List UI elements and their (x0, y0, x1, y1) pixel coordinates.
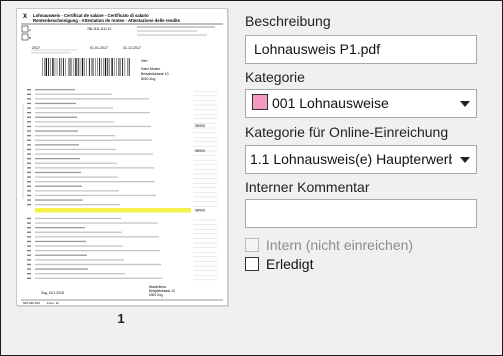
doc-amount-3: 98'000 (195, 209, 205, 213)
description-input[interactable]: Lohnausweis P1.pdf (245, 35, 477, 64)
comment-input[interactable] (245, 199, 477, 228)
document-preview-pane: X Lohnausweis - Certificat de salaire - … (2, 2, 237, 354)
doc-barcode (41, 57, 131, 77)
svg-text:A: A (29, 28, 31, 32)
doc-form-rows (22, 89, 217, 280)
doc-x-marker: X (23, 14, 27, 20)
online-category-selected-value: 1.1 Lohnausweis(e) Haupterwerb (Person 1… (250, 151, 452, 167)
internal-checkbox-row: Intern (nicht einreichen) (245, 237, 413, 253)
doc-date-to: 31.12.2017 (123, 46, 141, 50)
doc-highlight-row (35, 208, 191, 213)
online-category-select[interactable]: 1.1 Lohnausweis(e) Haupterwerb (Person 1… (245, 145, 477, 174)
doc-recipient-street: Beispielstrasse 10 (141, 72, 169, 76)
doc-place-date: Zug, 15.1.2018 (41, 291, 64, 295)
chevron-down-icon (460, 101, 470, 107)
salary-certificate-page: X Lohnausweis - Certificat de salaire - … (21, 13, 223, 305)
doc-recipient-label: Herr (141, 59, 148, 63)
category-label: Kategorie (245, 69, 305, 85)
window-frame: X Lohnausweis - Certificat de salaire - … (0, 0, 503, 356)
done-checkbox-label[interactable]: Erledigt (266, 256, 313, 272)
doc-amount-2: 98'000 (195, 149, 205, 153)
internal-checkbox (245, 238, 259, 252)
page-number: 1 (117, 311, 125, 326)
doc-recipient-name: Hans Muster (141, 67, 161, 71)
doc-date-from: 01.01.2017 (90, 46, 108, 50)
category-selected-value: 001 Lohnausweise (272, 95, 389, 111)
done-checkbox[interactable] (245, 257, 259, 271)
chevron-down-icon (460, 157, 470, 163)
doc-footer-ref: Form. 11 (47, 301, 59, 305)
page-thumbnail[interactable]: X Lohnausweis - Certificat de salaire - … (16, 8, 228, 306)
category-select[interactable]: 001 Lohnausweise (245, 89, 477, 118)
comment-label: Interner Kommentar (245, 179, 370, 195)
done-checkbox-row[interactable]: Erledigt (245, 256, 313, 272)
category-color-swatch (252, 94, 268, 110)
svg-text:B: B (29, 36, 31, 40)
description-label: Beschreibung (245, 13, 331, 29)
online-category-label: Kategorie für Online-Einreichung (245, 124, 449, 140)
document-properties-panel: Beschreibung Lohnausweis P1.pdf Kategori… (238, 2, 501, 354)
doc-title-line2: Rentenbescheinigung - Attestation de ren… (33, 18, 181, 23)
doc-footer-code: 605.040.18d (23, 301, 40, 305)
doc-recipient-city: 8000 Zug (141, 77, 155, 81)
doc-employer-city: 6300 Zug (149, 293, 163, 297)
internal-checkbox-label: Intern (nicht einreichen) (266, 237, 414, 253)
doc-ahv-number: 756.1111.1111.13 (87, 27, 112, 31)
doc-amount-1: 98'000 (195, 124, 205, 128)
doc-year: 2017 (32, 46, 40, 50)
